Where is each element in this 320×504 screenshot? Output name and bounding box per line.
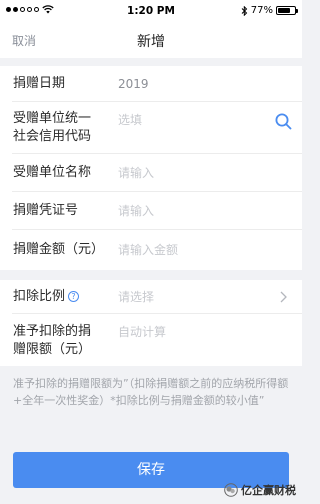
deduction-ratio-label: 扣除比例?	[13, 288, 80, 306]
voucher-number-input[interactable]: 请输入	[118, 202, 154, 220]
search-icon[interactable]	[275, 113, 292, 130]
deduction-ratio-row[interactable]: 扣除比例? 请选择	[0, 280, 302, 314]
deductible-limit-value: 自动计算	[118, 325, 167, 339]
status-bar: 1:20 PM 77%	[0, 0, 302, 22]
deduction-ratio-select[interactable]: 请选择	[118, 288, 154, 306]
voucher-number-label: 捐赠凭证号	[13, 203, 79, 218]
recipient-name-label: 受赠单位名称	[13, 165, 92, 180]
battery-percentage: 77%	[250, 5, 273, 16]
battery-icon	[276, 6, 298, 15]
recipient-name-row[interactable]: 受赠单位名称 请输入	[0, 154, 302, 192]
deductible-limit-label-line2: 赠限额（元）	[13, 342, 92, 357]
deduction-card: 扣除比例? 请选择 准予扣除的捐 赠限额（元） 自动计算	[0, 280, 302, 366]
navigation-bar: 取消 新增	[0, 22, 302, 58]
donation-amount-label: 捐赠金额（元）	[13, 242, 105, 257]
credit-code-label: 受赠单位统一 社会信用代码	[13, 110, 91, 146]
donation-amount-row[interactable]: 捐赠金额（元） 请输入金额	[0, 230, 302, 270]
watermark: 亿企赢财税	[224, 482, 296, 498]
wechat-logo-icon	[224, 483, 238, 497]
donation-date-label: 捐赠日期	[13, 76, 66, 91]
credit-code-label-line2: 社会信用代码	[13, 129, 92, 144]
deduction-ratio-label-text: 扣除比例	[13, 289, 66, 304]
donation-info-card: 捐赠日期 2019 受赠单位统一 社会信用代码 选填 受赠单位名称 请输入 捐赠…	[0, 66, 302, 270]
deduction-note: 准予扣除的捐赠限额为”（扣除捐赠额之前的应纳税所得额+全年一次性奖金）*扣除比例…	[13, 377, 289, 407]
page-title: 新增	[137, 34, 165, 50]
deductible-limit-label-line1: 准予扣除的捐	[13, 324, 92, 339]
donation-amount-input[interactable]: 请输入金额	[118, 241, 178, 259]
credit-code-input[interactable]: 选填	[118, 111, 142, 129]
bluetooth-icon	[241, 5, 247, 16]
donation-date-value[interactable]: 2019	[118, 75, 149, 93]
watermark-text: 亿企赢财税	[241, 484, 296, 497]
deductible-limit-row: 准予扣除的捐 赠限额（元） 自动计算	[0, 314, 302, 366]
help-icon[interactable]: ?	[68, 291, 80, 302]
voucher-number-row[interactable]: 捐赠凭证号 请输入	[0, 192, 302, 230]
credit-code-row: 受赠单位统一 社会信用代码 选填	[0, 102, 302, 154]
deductible-limit-label: 准予扣除的捐 赠限额（元）	[13, 323, 91, 359]
credit-code-label-line1: 受赠单位统一	[13, 111, 92, 126]
chevron-right-icon	[280, 291, 287, 303]
recipient-name-input[interactable]: 请输入	[118, 164, 154, 182]
donation-date-row[interactable]: 捐赠日期 2019	[0, 66, 302, 102]
